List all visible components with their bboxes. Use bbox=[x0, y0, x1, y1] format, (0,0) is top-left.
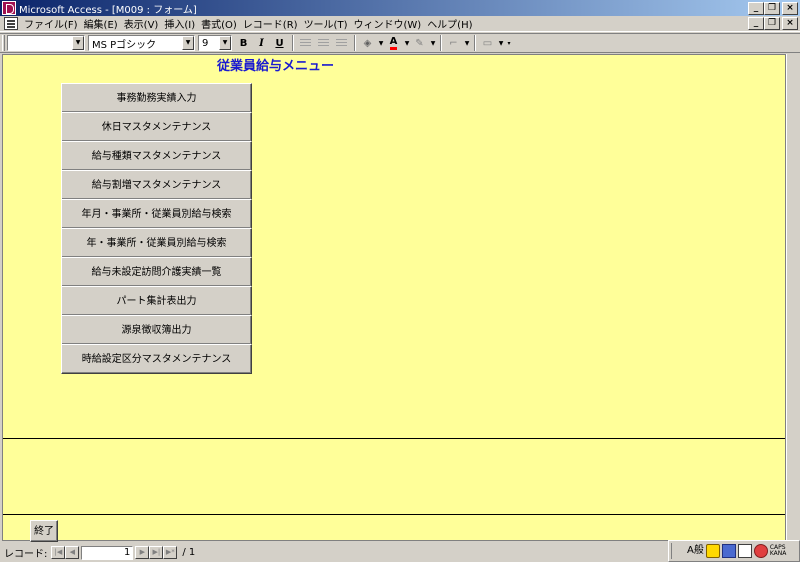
restore-button[interactable]: ❐ bbox=[764, 1, 780, 15]
btn-holiday-master[interactable]: 休日マスタメンテナンス bbox=[61, 112, 252, 142]
current-record-input[interactable]: 1 bbox=[81, 545, 134, 560]
btn-pay-premium-master[interactable]: 給与割増マスタメンテナンス bbox=[61, 170, 252, 200]
fill-color-button[interactable]: ◈ bbox=[359, 35, 376, 51]
next-record-button[interactable]: ▶ bbox=[135, 546, 150, 559]
toolbar-grip[interactable] bbox=[2, 35, 5, 51]
chevron-down-icon[interactable]: ▼ bbox=[377, 40, 385, 47]
close-button[interactable]: × bbox=[782, 1, 798, 15]
align-center-button[interactable] bbox=[315, 35, 332, 51]
section-divider bbox=[3, 438, 785, 439]
exit-button[interactable]: 終了 bbox=[30, 520, 58, 542]
bold-button[interactable]: B bbox=[235, 35, 252, 51]
align-left-icon bbox=[300, 38, 311, 48]
object-combo[interactable]: ▼ bbox=[7, 35, 85, 51]
font-size-combo[interactable]: 9 ▼ bbox=[198, 35, 232, 51]
menu-file[interactable]: ファイル(F) bbox=[21, 16, 81, 31]
align-center-icon bbox=[318, 38, 329, 48]
btn-withholding-output[interactable]: 源泉徴収簿出力 bbox=[61, 315, 252, 345]
btn-part-summary-output[interactable]: パート集計表出力 bbox=[61, 286, 252, 316]
window-title-bar: Microsoft Access - [M009 : フォーム] _ ❐ × bbox=[0, 0, 800, 16]
first-record-button[interactable]: |◀ bbox=[51, 546, 66, 559]
doc-close-button[interactable]: × bbox=[782, 17, 798, 30]
font-name-combo[interactable]: MS Pゴシック ▼ bbox=[88, 35, 195, 51]
document-window-controls: _ ❐ × bbox=[748, 17, 798, 30]
font-color-button[interactable]: A bbox=[385, 35, 402, 51]
caps-kana-indicator: CAPS KANA bbox=[770, 545, 790, 557]
toolbar-separator bbox=[292, 35, 294, 51]
ime-help-icon[interactable] bbox=[753, 544, 768, 558]
record-total: / 1 bbox=[182, 547, 196, 558]
menu-help[interactable]: ヘルプ(H) bbox=[424, 16, 475, 31]
btn-unset-visit-care-list[interactable]: 給与未設定訪問介護実績一覧 bbox=[61, 257, 252, 287]
menu-bar: ファイル(F) 編集(E) 表示(V) 挿入(I) 書式(O) レコード(R) … bbox=[0, 16, 800, 32]
formatting-toolbar: ▼ MS Pゴシック ▼ 9 ▼ B I U ◈ ▼ A ▼ ✎ ▼ ⌐ ▼ ▭… bbox=[0, 33, 800, 53]
chevron-down-icon[interactable]: ▼ bbox=[182, 36, 194, 50]
menu-records[interactable]: レコード(R) bbox=[240, 16, 301, 31]
form-document-icon[interactable] bbox=[4, 17, 18, 30]
btn-hourly-category-master[interactable]: 時給設定区分マスタメンテナンス bbox=[61, 344, 252, 374]
line-width-button[interactable]: ⌐ bbox=[445, 35, 462, 51]
btn-yearly-pay-search[interactable]: 年・事業所・従業員別給与検索 bbox=[61, 228, 252, 258]
italic-button[interactable]: I bbox=[253, 35, 270, 51]
toolbar-separator bbox=[440, 35, 442, 51]
last-record-button[interactable]: ▶| bbox=[149, 546, 164, 559]
minimize-button[interactable]: _ bbox=[748, 1, 764, 15]
record-label: レコード: bbox=[4, 549, 48, 560]
btn-monthly-pay-search[interactable]: 年月・事業所・従業員別給与検索 bbox=[61, 199, 252, 229]
new-record-button[interactable]: ▶* bbox=[163, 546, 178, 559]
btn-office-work-entry[interactable]: 事務勤務実績入力 bbox=[61, 83, 252, 113]
align-right-button[interactable] bbox=[333, 35, 350, 51]
ime-grip[interactable] bbox=[671, 543, 685, 559]
menu-format[interactable]: 書式(O) bbox=[198, 16, 240, 31]
chevron-down-icon[interactable]: ▼ bbox=[72, 36, 84, 50]
effect-icon: ▭ bbox=[482, 37, 493, 49]
underline-button[interactable]: U bbox=[271, 35, 288, 51]
line-color-button[interactable]: ✎ bbox=[411, 35, 428, 51]
menu-button-list: 事務勤務実績入力 休日マスタメンテナンス 給与種類マスタメンテナンス 給与割増マ… bbox=[61, 83, 252, 374]
font-name-value: MS Pゴシック bbox=[92, 39, 157, 51]
chevron-down-icon[interactable]: ▼ bbox=[403, 40, 411, 47]
kana-indicator: KANA bbox=[769, 550, 787, 557]
menu-insert[interactable]: 挿入(I) bbox=[161, 16, 198, 31]
doc-minimize-button[interactable]: _ bbox=[748, 17, 764, 30]
pen-icon: ✎ bbox=[415, 37, 424, 49]
ime-pad-icon[interactable] bbox=[721, 544, 736, 558]
vertical-scrollbar[interactable] bbox=[786, 54, 800, 541]
paint-bucket-icon: ◈ bbox=[363, 37, 372, 49]
toolbar-overflow-icon[interactable]: ▾ bbox=[505, 40, 513, 47]
align-left-button[interactable] bbox=[297, 35, 314, 51]
chevron-down-icon[interactable]: ▼ bbox=[219, 36, 231, 50]
ime-dictionary-icon[interactable] bbox=[737, 544, 752, 558]
window-controls: _ ❐ × bbox=[748, 1, 798, 15]
access-app-icon[interactable] bbox=[2, 1, 16, 15]
chevron-down-icon[interactable]: ▼ bbox=[463, 40, 471, 47]
btn-pay-type-master[interactable]: 給与種類マスタメンテナンス bbox=[61, 141, 252, 171]
special-effect-button[interactable]: ▭ bbox=[479, 35, 496, 51]
align-right-icon bbox=[336, 38, 347, 48]
prev-record-button[interactable]: ◀ bbox=[65, 546, 80, 559]
chevron-down-icon[interactable]: ▼ bbox=[497, 40, 505, 47]
border-icon: ⌐ bbox=[449, 37, 458, 49]
window-title: Microsoft Access - [M009 : フォーム] bbox=[19, 4, 197, 16]
ime-conversion-icon[interactable] bbox=[705, 544, 720, 558]
font-color-icon: A bbox=[389, 36, 398, 50]
footer-divider bbox=[3, 514, 785, 515]
menu-window[interactable]: ウィンドウ(W) bbox=[350, 16, 424, 31]
menu-edit[interactable]: 編集(E) bbox=[81, 16, 121, 31]
menu-tools[interactable]: ツール(T) bbox=[301, 16, 351, 31]
toolbar-separator bbox=[354, 35, 356, 51]
doc-restore-button[interactable]: ❐ bbox=[764, 17, 780, 30]
ime-language-bar: A般 CAPS KANA bbox=[668, 540, 800, 562]
form-canvas: 従業員給与メニュー 事務勤務実績入力 休日マスタメンテナンス 給与種類マスタメン… bbox=[2, 54, 786, 542]
toolbar-separator bbox=[474, 35, 476, 51]
ime-input-mode[interactable]: A般 bbox=[687, 543, 704, 559]
menu-view[interactable]: 表示(V) bbox=[121, 16, 162, 31]
chevron-down-icon[interactable]: ▼ bbox=[429, 40, 437, 47]
form-title: 従業員給与メニュー bbox=[217, 59, 335, 74]
font-size-value: 9 bbox=[202, 37, 209, 49]
